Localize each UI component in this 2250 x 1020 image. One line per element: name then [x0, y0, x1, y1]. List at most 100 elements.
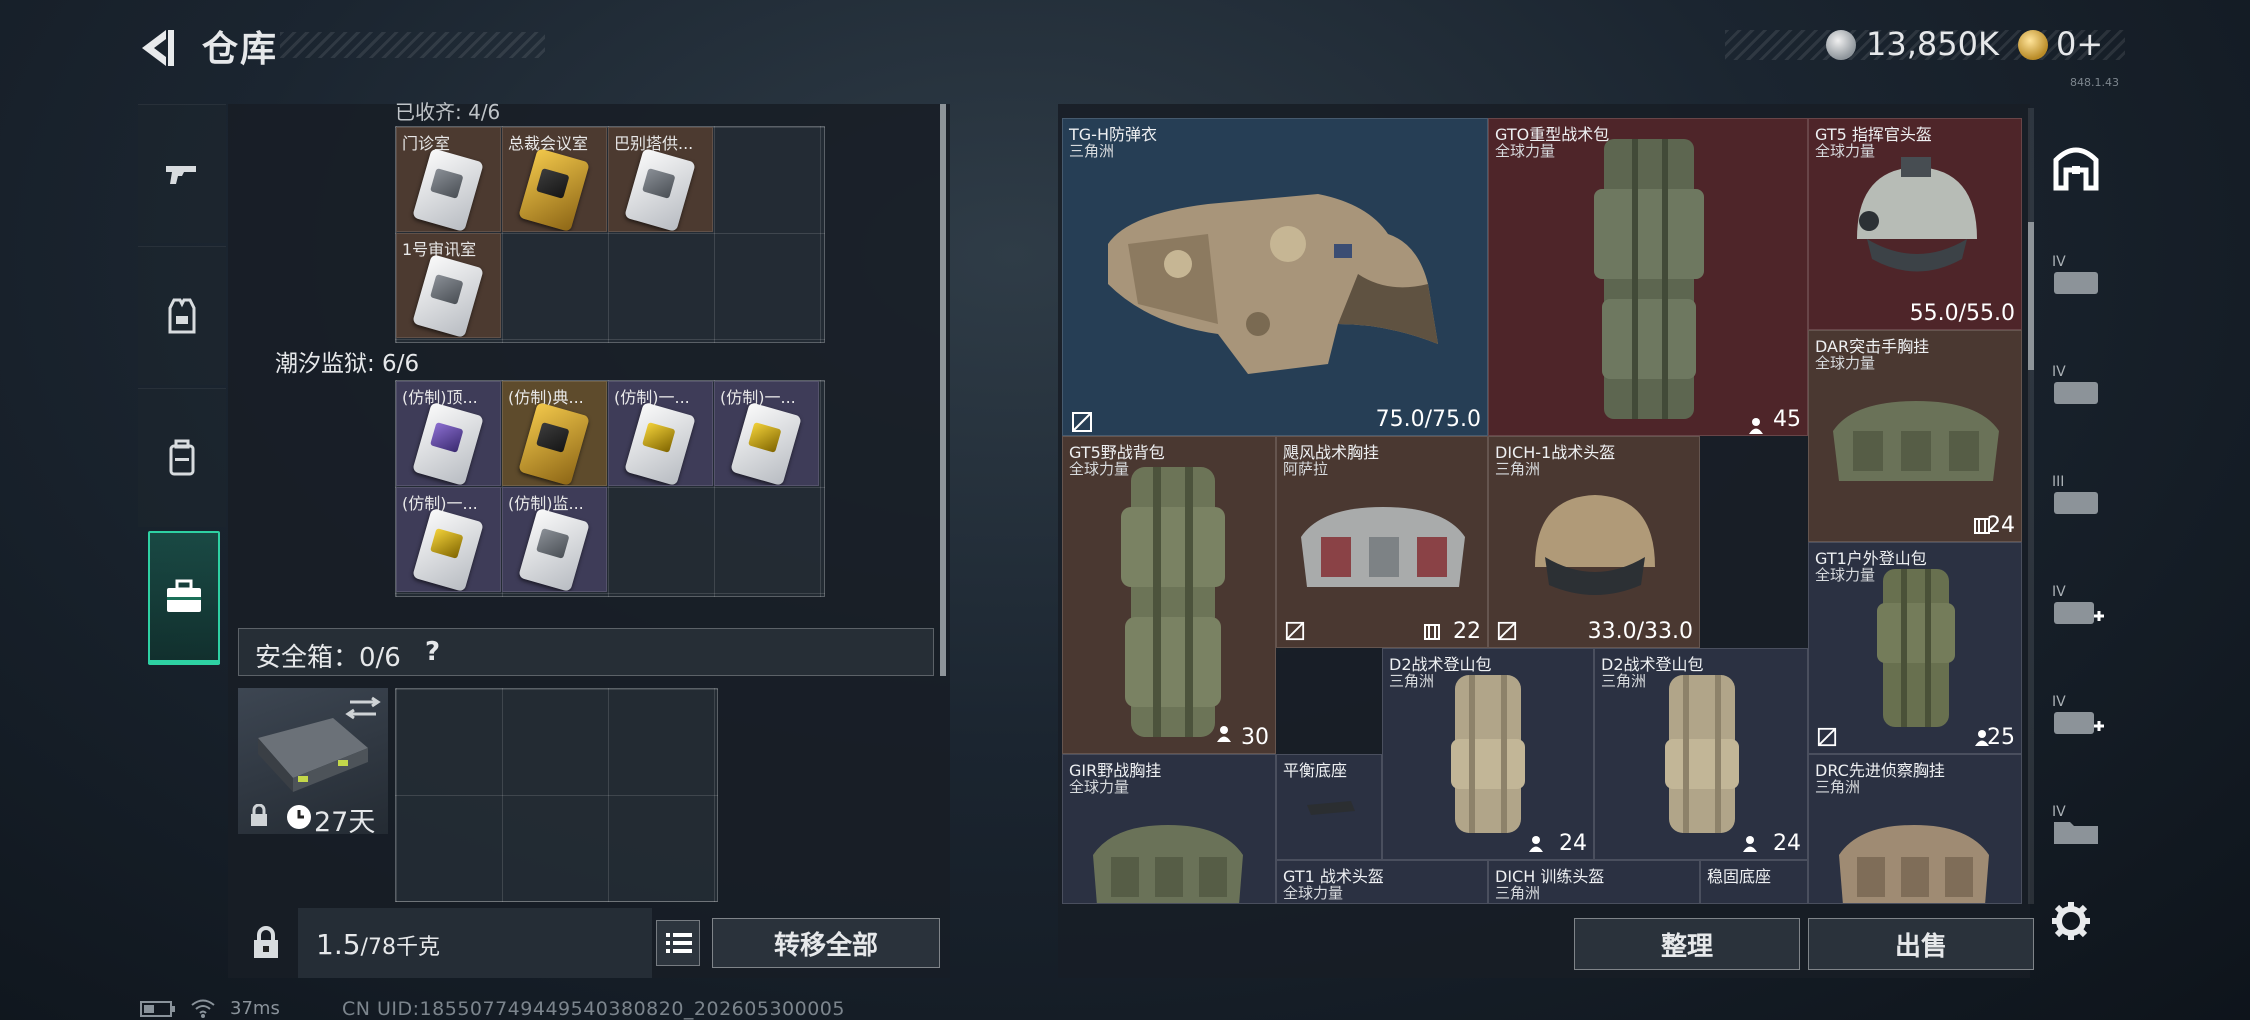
keycard-slot[interactable]: 门诊室 [396, 127, 501, 232]
version-label: 848.1.43 [2070, 76, 2119, 89]
keycard-slot[interactable]: (仿制)顶... [396, 381, 501, 486]
nav-warehouse[interactable] [148, 531, 220, 665]
stash-item[interactable]: GIR野战胸挂 全球力量 [1062, 754, 1276, 904]
filter-folder-4[interactable]: IV [2040, 780, 2112, 872]
keycard-slot[interactable]: (仿制)一... [396, 487, 501, 592]
climbing-pack-icon [1665, 675, 1739, 833]
stash-item[interactable]: TG-H防弹衣 三角洲 75.0/75.0 [1062, 118, 1488, 436]
right-scroll-thumb[interactable] [2028, 222, 2034, 370]
battery-icon [140, 1001, 175, 1017]
nav-equipment[interactable] [138, 246, 226, 385]
stash-item[interactable]: GT5 指挥官头盔 全球力量 55.0/55.0 [1808, 118, 2022, 330]
weight-text: 1.5/78千克 [316, 928, 440, 961]
stash-item[interactable]: GTO重型战术包 全球力量 45 [1488, 118, 1808, 436]
stash-item[interactable]: DICH-1战术头盔 三角洲 33.0/33.0 [1488, 436, 1700, 648]
svg-text:IV: IV [2052, 584, 2066, 600]
keycard-slot[interactable]: (仿制)监... [502, 487, 607, 592]
chest-rig-icon [1833, 401, 1999, 481]
filter-medical-4b[interactable]: IV [2040, 670, 2112, 762]
svg-text:III: III [2052, 474, 2064, 490]
keycard-slot[interactable]: 总裁会议室 [502, 127, 607, 232]
left-scroll-thumb[interactable] [940, 104, 946, 676]
stash-item[interactable]: 稳固底座 [1700, 860, 1808, 904]
keycard-icon [518, 507, 590, 591]
keycard-icon [518, 401, 590, 485]
keycard-slot[interactable]: (仿制)典... [502, 381, 607, 486]
stash-grid: TG-H防弹衣 三角洲 75.0/75.0 GTO重型战术包 全球力量 45 G… [1062, 108, 2022, 904]
keycard-slot[interactable]: (仿制)一... [608, 381, 713, 486]
outdoor-backpack-icon [1877, 569, 1955, 727]
move-all-button[interactable]: 转移全部 [712, 918, 940, 968]
nav-weapons[interactable] [138, 104, 226, 243]
stash-filter-icon [2053, 147, 2099, 191]
page-title: 仓库 [202, 29, 279, 70]
helmet-icon [1535, 495, 1655, 595]
section-a-label: 已收齐: 4/6 [395, 100, 501, 124]
lock-button[interactable] [238, 908, 294, 978]
nav-backpack[interactable] [138, 388, 226, 527]
premium-coin-icon [2018, 30, 2048, 60]
stash-item[interactable]: DICH 训练头盔 三角洲 [1488, 860, 1700, 904]
keycard-icon [412, 147, 484, 231]
pistol-icon [166, 166, 196, 184]
keycard-icon [624, 401, 696, 485]
sell-button[interactable]: 出售 [1808, 918, 2034, 970]
lock-icon [251, 804, 267, 826]
backpack-icon [169, 439, 195, 476]
weight-icon [1217, 726, 1231, 742]
stash-item[interactable]: GT5野战背包 全球力量 30 [1062, 436, 1276, 754]
stash-item[interactable]: GT1户外登山包 全球力量 25 [1808, 542, 2022, 754]
help-icon[interactable]: ? [425, 637, 440, 667]
folder-tier-icon: IV [2052, 804, 2098, 844]
briefcase-icon [167, 579, 201, 612]
heavy-backpack-icon [1594, 139, 1704, 419]
svg-text:IV: IV [2052, 804, 2066, 820]
weapon-base-icon [1307, 801, 1355, 815]
filter-all[interactable] [2040, 120, 2112, 212]
keycard-slot[interactable]: 巴别塔供... [608, 127, 713, 232]
premium-balance[interactable]: 0+ [2056, 25, 2103, 63]
weight-lock-icon [254, 926, 278, 958]
no-insure-icon [1817, 727, 1837, 747]
keycard-slot[interactable]: 1号审讯室 [396, 233, 501, 338]
keycard-icon [412, 507, 484, 591]
keycard-icon [412, 253, 484, 337]
wifi-icon [191, 999, 215, 1018]
clock-icon [287, 805, 311, 829]
stash-item[interactable]: D2战术登山包 三角洲 24 [1382, 648, 1594, 860]
stash-item[interactable]: DAR突击手胸挂 全球力量 24 [1808, 330, 2022, 542]
stash-item[interactable]: D2战术登山包 三角洲 24 [1594, 648, 1808, 860]
safe-box-time-left: 27天 [314, 807, 376, 838]
coin-balance[interactable]: 13,850K [1866, 25, 1999, 63]
stash-item[interactable]: 飓风战术胸挂 阿萨拉 22 [1276, 436, 1488, 648]
keycard-icon [730, 401, 802, 485]
chest-rig-icon [1093, 825, 1243, 903]
no-insure-icon [1285, 621, 1305, 641]
weight-icon [1529, 836, 1543, 852]
list-view-button[interactable] [656, 920, 700, 966]
organize-button[interactable]: 整理 [1574, 918, 1800, 970]
user-id: CN UID:185507749449540380820_20260530000… [342, 998, 845, 1020]
keycard-icon [412, 401, 484, 485]
coin-icon [1826, 30, 1856, 60]
no-insure-icon [1072, 412, 1092, 432]
settings-button[interactable] [2050, 900, 2092, 942]
stash-item[interactable]: 平衡底座 [1276, 754, 1382, 860]
filter-armor-3[interactable]: III [2040, 450, 2112, 542]
filter-armor-4b[interactable]: IV [2040, 340, 2112, 432]
safe-box-grid[interactable] [395, 688, 718, 902]
back-button[interactable] [136, 26, 180, 70]
keycard-icon [518, 147, 590, 231]
filter-armor-4[interactable]: IV [2040, 230, 2112, 322]
vest-icon [168, 298, 196, 334]
keycard-slot[interactable]: (仿制)一... [714, 381, 819, 486]
helmet-icon [1857, 157, 1977, 272]
slots-icon [1424, 624, 1440, 640]
weight-icon [1743, 836, 1757, 852]
stash-item[interactable]: GT1 战术头盔 全球力量 [1276, 860, 1488, 904]
armor-vest-icon [1108, 194, 1438, 374]
filter-medical-4[interactable]: IV [2040, 560, 2112, 652]
keycard-icon [624, 147, 696, 231]
stash-item[interactable]: DRC先进侦察胸挂 三角洲 [1808, 754, 2022, 904]
svg-text:IV: IV [2052, 254, 2066, 270]
